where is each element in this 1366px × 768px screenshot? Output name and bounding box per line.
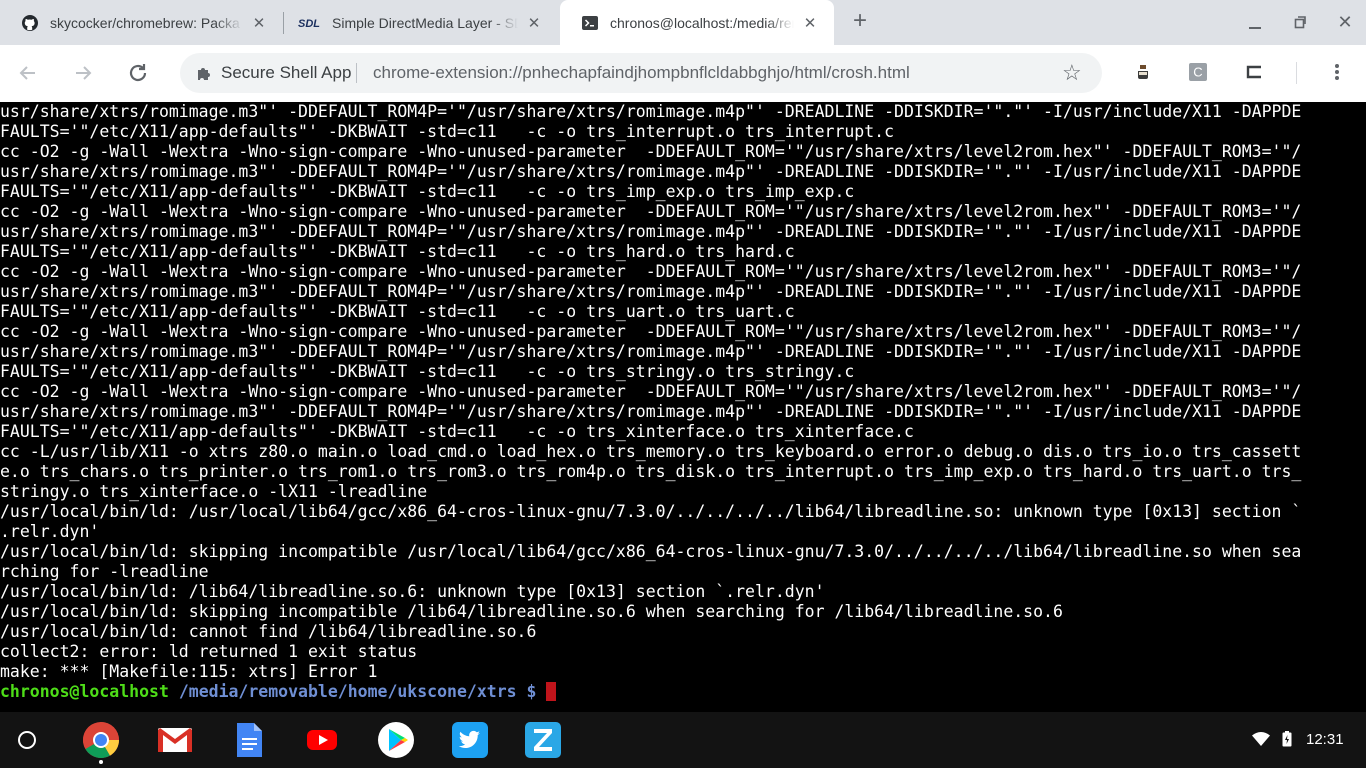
- terminal-line: FAULTS='"/etc/X11/app-defaults"' -DKBWAI…: [0, 422, 914, 441]
- terminal-line: FAULTS='"/etc/X11/app-defaults"' -DKBWAI…: [0, 182, 855, 201]
- close-tab-icon[interactable]: ✕: [524, 13, 544, 33]
- tab-title: skycocker/chromebrew: Packa: [50, 14, 240, 31]
- close-tab-icon[interactable]: ✕: [800, 13, 820, 33]
- omnibox-divider: [356, 63, 357, 83]
- wifi-icon: [1252, 732, 1270, 751]
- terminal-line: cc -O2 -g -Wall -Wextra -Wno-sign-compar…: [0, 382, 1302, 401]
- launcher-icon[interactable]: [18, 731, 36, 749]
- terminal-line: /usr/local/bin/ld: /usr/local/lib64/gcc/…: [0, 502, 1302, 521]
- extension-c-icon[interactable]: C: [1188, 62, 1208, 82]
- sdl-icon: SDL: [298, 15, 320, 31]
- terminal-line: usr/share/xtrs/romimage.m3"' -DDEFAULT_R…: [0, 402, 1302, 421]
- prompt-user: chronos@localhost: [0, 682, 169, 701]
- terminal-screen[interactable]: usr/share/xtrs/romimage.m3"' -DDEFAULT_R…: [0, 102, 1366, 712]
- zoom-icon[interactable]: [524, 721, 562, 759]
- minimize-icon[interactable]: [1243, 10, 1267, 34]
- terminal-icon: [582, 15, 598, 31]
- close-tab-icon[interactable]: ✕: [249, 13, 269, 33]
- browser-toolbar: Secure Shell App chrome-extension://pnhe…: [0, 45, 1366, 102]
- terminal-line: FAULTS='"/etc/X11/app-defaults"' -DKBWAI…: [0, 362, 855, 381]
- bookmark-star-icon[interactable]: ☆: [1062, 60, 1082, 86]
- terminal-line: usr/share/xtrs/romimage.m3"' -DDEFAULT_R…: [0, 222, 1302, 241]
- terminal-line: cc -O2 -g -Wall -Wextra -Wno-sign-compar…: [0, 202, 1302, 221]
- prompt-path: /media/removable/home/ukscone/xtrs: [178, 682, 517, 701]
- puzzle-extension-icon: [196, 64, 214, 82]
- prompt-symbol: $: [526, 682, 537, 701]
- terminal-line: cc -L/usr/lib/X11 -o xtrs z80.o main.o l…: [0, 442, 1302, 461]
- chrome-icon[interactable]: [82, 721, 120, 759]
- shelf: 12:31: [0, 712, 1366, 768]
- battery-icon: [1282, 731, 1292, 752]
- terminal-line: usr/share/xtrs/romimage.m3"' -DDEFAULT_R…: [0, 282, 1302, 301]
- status-tray[interactable]: 12:31: [1240, 712, 1366, 768]
- terminal-line: cc -O2 -g -Wall -Wextra -Wno-sign-compar…: [0, 262, 1302, 281]
- terminal-prompt-line[interactable]: chronos@localhost /media/removable/home/…: [0, 682, 1366, 702]
- terminal-line: usr/share/xtrs/romimage.m3"' -DDEFAULT_R…: [0, 162, 1302, 181]
- play-store-icon[interactable]: [377, 721, 415, 759]
- forward-arrow-icon[interactable]: [69, 59, 97, 87]
- more-menu-icon[interactable]: [1327, 62, 1347, 82]
- gmail-icon[interactable]: [156, 721, 194, 759]
- running-indicator: [99, 760, 103, 764]
- terminal-line: /usr/local/bin/ld: skipping incompatible…: [0, 602, 1063, 621]
- tab-title: Simple DirectMedia Layer - SDL: [332, 14, 518, 31]
- terminal-line: FAULTS='"/etc/X11/app-defaults"' -DKBWAI…: [0, 122, 895, 141]
- youtube-icon[interactable]: [303, 721, 341, 759]
- tab-chromebrew[interactable]: skycocker/chromebrew: Packa ✕: [0, 0, 283, 45]
- terminal-line: usr/share/xtrs/romimage.m3"' -DDEFAULT_R…: [0, 102, 1302, 121]
- omnibox[interactable]: Secure Shell App chrome-extension://pnhe…: [180, 53, 1102, 93]
- terminal-line: stringy.o trs_xinterface.o -lX11 -lreadl…: [0, 482, 428, 501]
- terminal-line: make: *** [Makefile:115: xtrs] Error 1: [0, 662, 378, 681]
- tab-sdl[interactable]: SDL Simple DirectMedia Layer - SDL ✕: [284, 0, 558, 45]
- ink-bottle-extension-icon[interactable]: [1133, 62, 1153, 82]
- terminal-line: .relr.dyn': [0, 522, 100, 541]
- extension-c-label: C: [1193, 65, 1202, 80]
- close-window-icon[interactable]: ✕: [1333, 10, 1357, 34]
- terminal-line: FAULTS='"/etc/X11/app-defaults"' -DKBWAI…: [0, 242, 795, 261]
- terminal-line: cc -O2 -g -Wall -Wextra -Wno-sign-compar…: [0, 322, 1302, 341]
- terminal-line: cc -O2 -g -Wall -Wextra -Wno-sign-compar…: [0, 142, 1302, 161]
- restore-icon[interactable]: [1288, 10, 1312, 34]
- github-icon: [22, 14, 38, 31]
- clock: 12:31: [1306, 731, 1344, 748]
- reload-icon[interactable]: [124, 59, 152, 87]
- terminal-cursor: [546, 682, 557, 701]
- terminal-line: rching for -lreadline: [0, 562, 209, 581]
- toolbar-separator: [1296, 62, 1297, 84]
- terminal-line: usr/share/xtrs/romimage.m3"' -DDEFAULT_R…: [0, 342, 1302, 361]
- cast-extension-icon[interactable]: [1244, 62, 1264, 82]
- terminal-output: usr/share/xtrs/romimage.m3"' -DDEFAULT_R…: [0, 102, 1366, 682]
- terminal-line: e.o trs_chars.o trs_printer.o trs_rom1.o…: [0, 462, 1302, 481]
- svg-text:SDL: SDL: [298, 18, 320, 30]
- terminal-line: /usr/local/bin/ld: /lib64/libreadline.so…: [0, 582, 825, 601]
- terminal-line: /usr/local/bin/ld: skipping incompatible…: [0, 542, 1302, 561]
- terminal-line: FAULTS='"/etc/X11/app-defaults"' -DKBWAI…: [0, 302, 795, 321]
- docs-icon[interactable]: [230, 721, 268, 759]
- url-text[interactable]: chrome-extension://pnhechapfaindjhompbnf…: [373, 63, 910, 83]
- terminal-line: collect2: error: ld returned 1 exit stat…: [0, 642, 418, 661]
- extension-name: Secure Shell App: [221, 63, 352, 82]
- terminal-line: /usr/local/bin/ld: cannot find /lib64/li…: [0, 622, 537, 641]
- twitter-icon[interactable]: [451, 721, 489, 759]
- tab-title: chronos@localhost:/media/removable: [610, 14, 794, 31]
- new-tab-button[interactable]: +: [848, 9, 872, 34]
- tab-strip: skycocker/chromebrew: Packa ✕ SDL Simple…: [0, 0, 1366, 45]
- back-arrow-icon[interactable]: [14, 59, 42, 87]
- tab-crosh[interactable]: chronos@localhost:/media/removable ✕: [560, 0, 834, 45]
